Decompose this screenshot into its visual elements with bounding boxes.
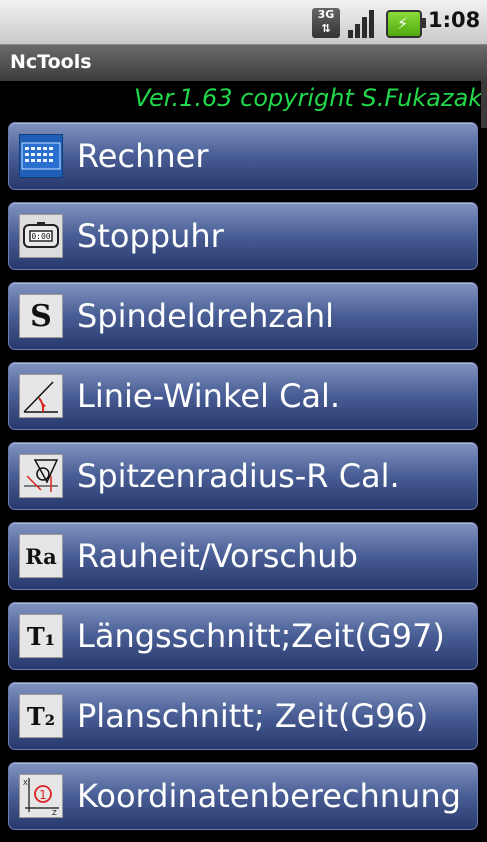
menu-list: Rechner 0:00 Stoppuhr S Spindeldrehzahl: [8, 122, 478, 842]
menu-item-planschnitt[interactable]: T₂ Planschnitt; Zeit(G96): [8, 682, 478, 750]
svg-text:0:00: 0:00: [31, 232, 50, 241]
menu-item-label: Planschnitt; Zeit(G96): [77, 697, 429, 735]
calculator-icon: [19, 134, 63, 178]
menu-item-spindeldrehzahl[interactable]: S Spindeldrehzahl: [8, 282, 478, 350]
menu-item-linie-winkel[interactable]: Linie-Winkel Cal.: [8, 362, 478, 430]
menu-item-stoppuhr[interactable]: 0:00 Stoppuhr: [8, 202, 478, 270]
icon-text: S: [30, 298, 52, 334]
facing-time-icon: T₂: [19, 694, 63, 738]
menu-item-label: Spitzenradius-R Cal.: [77, 457, 400, 495]
svg-text:X: X: [23, 779, 28, 787]
icon-text: Ra: [25, 543, 57, 569]
menu-item-rauheit[interactable]: Ra Rauheit/Vorschub: [8, 522, 478, 590]
version-copyright-text: Ver.1.63 copyright S.Fukazak: [134, 84, 483, 112]
menu-item-spitzenradius[interactable]: Spitzenradius-R Cal.: [8, 442, 478, 510]
menu-item-label: Rauheit/Vorschub: [77, 537, 358, 575]
angle-icon: [19, 374, 63, 418]
menu-item-label: Stoppuhr: [77, 217, 224, 255]
svg-text:1: 1: [39, 788, 47, 802]
stopwatch-icon: 0:00: [19, 214, 63, 258]
svg-text:Z: Z: [52, 809, 57, 816]
icon-text: T₂: [26, 701, 56, 731]
network-type: 3G: [317, 8, 335, 21]
scrollbar[interactable]: [481, 80, 487, 128]
status-bar: 3G ⇅ ⚡ 1:08: [0, 0, 487, 44]
roughness-icon: Ra: [19, 534, 63, 578]
menu-item-label: Längsschnitt;Zeit(G97): [77, 617, 445, 655]
signal-icon: [348, 8, 378, 38]
menu-item-laengsschnitt[interactable]: T₁ Längsschnitt;Zeit(G97): [8, 602, 478, 670]
menu-item-label: Linie-Winkel Cal.: [77, 377, 341, 415]
menu-item-label: Spindeldrehzahl: [77, 297, 334, 335]
icon-text: T₁: [26, 621, 56, 651]
spindle-s-icon: S: [19, 294, 63, 338]
coordinates-icon: 1 X Z: [19, 774, 63, 818]
tip-radius-icon: [19, 454, 63, 498]
menu-item-koordinaten[interactable]: 1 X Z Koordinatenberechnung: [8, 762, 478, 830]
network-3g-icon: 3G ⇅: [312, 8, 340, 38]
title-bar: NcTools: [0, 44, 487, 81]
longitudinal-time-icon: T₁: [19, 614, 63, 658]
menu-item-label: Koordinatenberechnung: [77, 777, 461, 815]
clock-time: 1:08: [428, 8, 481, 32]
battery-charging-icon: ⚡: [386, 10, 426, 38]
app-title: NcTools: [10, 51, 92, 73]
menu-item-rechner[interactable]: Rechner: [8, 122, 478, 190]
menu-item-label: Rechner: [77, 137, 209, 175]
